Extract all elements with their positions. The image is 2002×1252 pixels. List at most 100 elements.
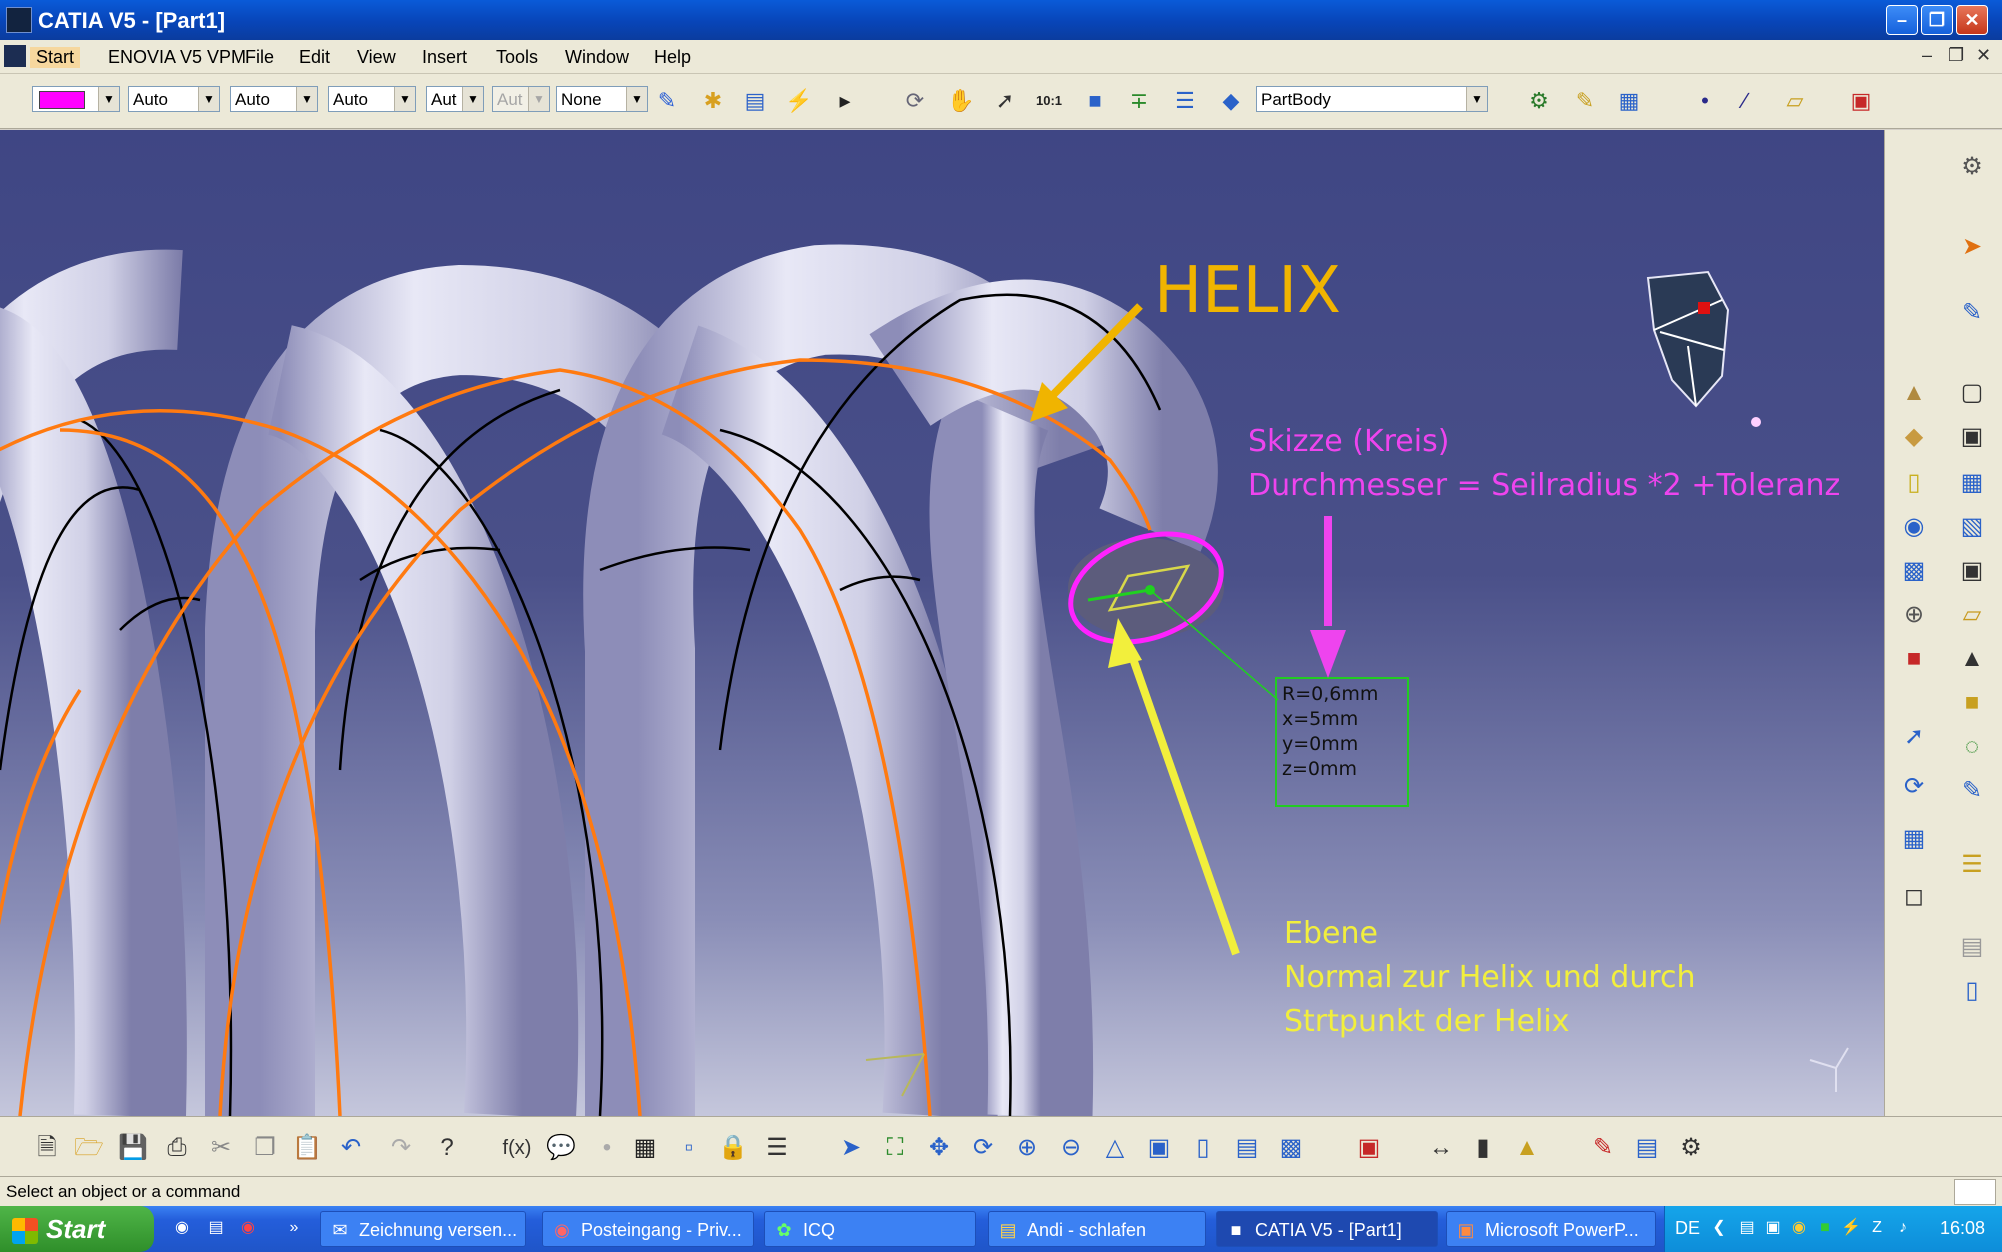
- menu-insert[interactable]: Insert: [422, 47, 467, 68]
- network-icon[interactable]: ▤: [1737, 1218, 1757, 1238]
- language-indicator[interactable]: DE: [1675, 1218, 1700, 1239]
- menu-enovia[interactable]: ENOVIA V5 VPM: [108, 47, 246, 68]
- chamfer-icon[interactable]: ▣: [1955, 420, 1989, 454]
- analysis-view-icon[interactable]: ▤: [1630, 1131, 1664, 1165]
- menu-start[interactable]: Start: [30, 47, 81, 68]
- doc-minimize-icon[interactable]: –: [1922, 45, 1932, 66]
- axis-system-icon[interactable]: ➚: [990, 86, 1020, 116]
- hole-icon[interactable]: ◉: [1897, 510, 1931, 544]
- doc-restore-icon[interactable]: ❐: [1948, 45, 1964, 66]
- target-icon[interactable]: ⊕: [1897, 598, 1931, 632]
- hand-icon[interactable]: ✋: [946, 86, 976, 116]
- shaft-icon[interactable]: ▯: [1897, 466, 1931, 500]
- point-symbol-combo[interactable]: Aut ▼: [426, 86, 484, 112]
- measure-item-icon[interactable]: ▮: [1466, 1131, 1500, 1165]
- menu-file[interactable]: File: [245, 47, 274, 68]
- law-icon[interactable]: ▫: [672, 1131, 706, 1165]
- update-tray-icon[interactable]: ◉: [1789, 1218, 1809, 1238]
- cut-icon[interactable]: ✂: [204, 1131, 238, 1165]
- constraint-grid-icon[interactable]: ▤: [1955, 930, 1989, 964]
- 3d-viewport[interactable]: HELIX Skizze (Kreis) Durchmesser = Seilr…: [0, 130, 1884, 1116]
- thickness-icon[interactable]: ▣: [1955, 554, 1989, 588]
- annotation-icon[interactable]: ◻: [1897, 880, 1931, 914]
- minimize-button[interactable]: –: [1886, 5, 1918, 35]
- start-button[interactable]: Start: [0, 1206, 154, 1252]
- whats-this-icon[interactable]: ?: [430, 1131, 464, 1165]
- power-icon[interactable]: ⚡: [1841, 1218, 1861, 1238]
- chevron-down-icon[interactable]: ▼: [462, 87, 483, 111]
- fly-mode-icon[interactable]: ➤: [834, 1131, 868, 1165]
- taskbar-item[interactable]: ✿ ICQ: [764, 1211, 976, 1247]
- taskbar-item[interactable]: ▣ Microsoft PowerP...: [1446, 1211, 1656, 1247]
- zone-alarm-icon[interactable]: Z: [1867, 1218, 1887, 1238]
- chevron-down-icon[interactable]: ▼: [98, 87, 119, 111]
- draft-icon[interactable]: ▦: [1955, 466, 1989, 500]
- fit-all-icon[interactable]: ⛶: [878, 1131, 912, 1165]
- menu-edit[interactable]: Edit: [299, 47, 330, 68]
- cylinder-icon[interactable]: ▯: [1955, 974, 1989, 1008]
- translate-icon[interactable]: ➚: [1897, 720, 1931, 754]
- close-button[interactable]: ✕: [1956, 5, 1988, 35]
- copy-icon[interactable]: ❐: [248, 1131, 282, 1165]
- paste-icon[interactable]: 📋: [290, 1131, 324, 1165]
- more-quicklaunch-icon[interactable]: »: [284, 1218, 304, 1238]
- ie-icon[interactable]: ◉: [172, 1218, 192, 1238]
- constraint-icon[interactable]: 10:1: [1034, 86, 1064, 116]
- split-icon[interactable]: ▱: [1955, 598, 1989, 632]
- painter-icon[interactable]: ✎: [652, 86, 682, 116]
- chevron-down-icon[interactable]: ▼: [1466, 87, 1487, 111]
- menu-view[interactable]: View: [357, 47, 396, 68]
- chevron-down-icon[interactable]: ▼: [198, 87, 219, 111]
- measure-icon[interactable]: ∓: [1124, 86, 1154, 116]
- color-combo[interactable]: ▼: [32, 86, 120, 112]
- hide-show-icon[interactable]: ▤: [1230, 1131, 1264, 1165]
- stiffener-icon[interactable]: ■: [1897, 642, 1931, 676]
- part-body-icon[interactable]: ◆: [1216, 86, 1246, 116]
- part-body-combo[interactable]: PartBody ▼: [1256, 86, 1488, 112]
- command-input[interactable]: [1954, 1179, 1996, 1205]
- mirror-icon[interactable]: ◌: [1955, 730, 1989, 764]
- knowledge-icon[interactable]: ✎: [1570, 86, 1600, 116]
- line-icon[interactable]: ∕: [1730, 86, 1760, 116]
- tray-expand-icon[interactable]: ❮: [1709, 1218, 1729, 1238]
- scale-icon[interactable]: ✎: [1955, 774, 1989, 808]
- pattern-icon[interactable]: ▦: [1897, 822, 1931, 856]
- taskbar-item[interactable]: ✉ Zeichnung versen...: [320, 1211, 526, 1247]
- menu-tools[interactable]: Tools: [496, 47, 538, 68]
- point-icon[interactable]: •: [1690, 86, 1720, 116]
- pad-icon[interactable]: ▲: [1897, 376, 1931, 410]
- check-icon[interactable]: •: [590, 1131, 624, 1165]
- normal-view-icon[interactable]: △: [1098, 1131, 1132, 1165]
- maximize-button[interactable]: ❐: [1921, 5, 1953, 35]
- measure-inertia-icon[interactable]: ▲: [1510, 1131, 1544, 1165]
- magic-wand-icon[interactable]: ✱: [698, 86, 728, 116]
- shading-icon[interactable]: ▯: [1186, 1131, 1220, 1165]
- print-icon[interactable]: ⎙: [160, 1131, 194, 1165]
- knowledge-advisor-icon[interactable]: ⚙: [1674, 1131, 1708, 1165]
- design-table-icon[interactable]: ▦: [628, 1131, 662, 1165]
- taskbar-item[interactable]: ▤ Andi - schlafen: [988, 1211, 1206, 1247]
- shell-icon[interactable]: ▧: [1955, 510, 1989, 544]
- catalog-icon[interactable]: ▤: [740, 86, 770, 116]
- table-icon[interactable]: ☰: [1170, 86, 1200, 116]
- compass-widget[interactable]: [1646, 270, 1761, 427]
- opera-icon[interactable]: ◉: [238, 1218, 258, 1238]
- taskbar-item[interactable]: ◉ Posteingang - Priv...: [542, 1211, 754, 1247]
- macro-icon[interactable]: ☰: [760, 1131, 794, 1165]
- linewidth-combo[interactable]: Auto ▼: [230, 86, 318, 112]
- open-folder-icon[interactable]: 🗁: [72, 1131, 106, 1165]
- document-icon[interactable]: [4, 45, 26, 67]
- body-icon[interactable]: ■: [1080, 86, 1110, 116]
- boolean-icon[interactable]: ☰: [1955, 848, 1989, 882]
- tree-icon[interactable]: ▦: [1614, 86, 1644, 116]
- render-icon[interactable]: ▣: [1846, 86, 1876, 116]
- new-file-icon[interactable]: 🗎: [30, 1131, 64, 1165]
- update-icon[interactable]: ⟳: [900, 86, 930, 116]
- formula-icon[interactable]: f(x): [500, 1131, 534, 1165]
- rib-icon[interactable]: ▩: [1897, 554, 1931, 588]
- edge-fillet-icon[interactable]: ▢: [1955, 376, 1989, 410]
- thick-surface-icon[interactable]: ▲: [1955, 642, 1989, 676]
- taskbar-item-active[interactable]: ■ CATIA V5 - [Part1]: [1216, 1211, 1438, 1247]
- desktop-icon[interactable]: ▤: [206, 1218, 226, 1238]
- volume-icon[interactable]: ♪: [1893, 1218, 1913, 1238]
